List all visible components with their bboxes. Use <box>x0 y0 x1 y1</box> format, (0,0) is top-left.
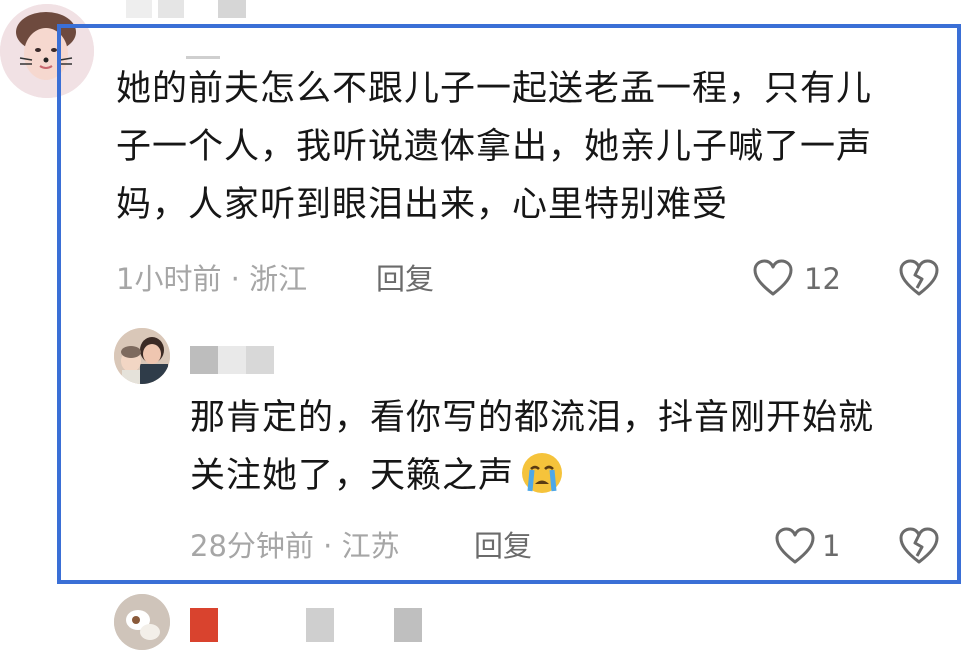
reply-line-with-emoji: 关注她了，天籁之声 <box>190 447 930 505</box>
broken-heart-icon[interactable] <box>898 526 940 570</box>
crying-emoji-icon <box>518 451 566 495</box>
comment-like-count: 12 <box>804 262 841 296</box>
replier-username-pixelated <box>218 346 246 374</box>
replier-username-pixelated <box>246 346 274 374</box>
reply-time: 28分钟前 <box>190 529 314 563</box>
meta-separator: · <box>313 529 342 563</box>
broken-heart-icon[interactable] <box>898 258 940 302</box>
previous-username-pixelated <box>126 0 152 18</box>
meta-separator: · <box>221 262 250 296</box>
next-username-pixelated <box>306 608 334 642</box>
previous-username-pixelated <box>218 0 246 18</box>
next-username-red-badge <box>190 608 218 642</box>
comment-line: 她的前夫怎么不跟儿子一起送老孟一程，只有儿 <box>116 69 873 109</box>
reply-like-count: 1 <box>822 529 841 563</box>
previous-username-pixelated <box>158 0 184 18</box>
replier-avatar-image <box>114 328 170 384</box>
reply-meta: 28分钟前 · 江苏 <box>190 528 400 564</box>
comment-line: 子一个人，我听说遗体拿出，她亲儿子喊了一声 <box>116 127 873 167</box>
reply-reply-button[interactable]: 回复 <box>474 528 532 564</box>
comment-time: 1小时前 <box>116 262 222 296</box>
next-username-pixelated <box>394 608 422 642</box>
reply-line: 那肯定的，看你写的都流泪，抖音刚开始就 <box>190 398 875 438</box>
comment-line: 妈，人家听到眼泪出来，心里特别难受 <box>116 185 729 225</box>
comment-text: 她的前夫怎么不跟儿子一起送老孟一程，只有儿 子一个人，我听说遗体拿出，她亲儿子喊… <box>116 60 946 234</box>
comment-location: 浙江 <box>249 262 308 296</box>
comment-reply-button[interactable]: 回复 <box>376 261 434 297</box>
heart-outline-icon[interactable] <box>774 526 816 570</box>
reply-line: 关注她了，天籁之声 <box>190 456 515 496</box>
heart-outline-icon[interactable] <box>752 258 794 302</box>
replier-username-pixelated <box>190 346 218 374</box>
reply-location: 江苏 <box>341 529 400 563</box>
replier-avatar[interactable] <box>114 328 170 384</box>
comment-meta: 1小时前 · 浙江 <box>116 261 307 297</box>
reply-text: 那肯定的，看你写的都流泪，抖音刚开始就 关注她了，天籁之声 <box>190 389 930 505</box>
